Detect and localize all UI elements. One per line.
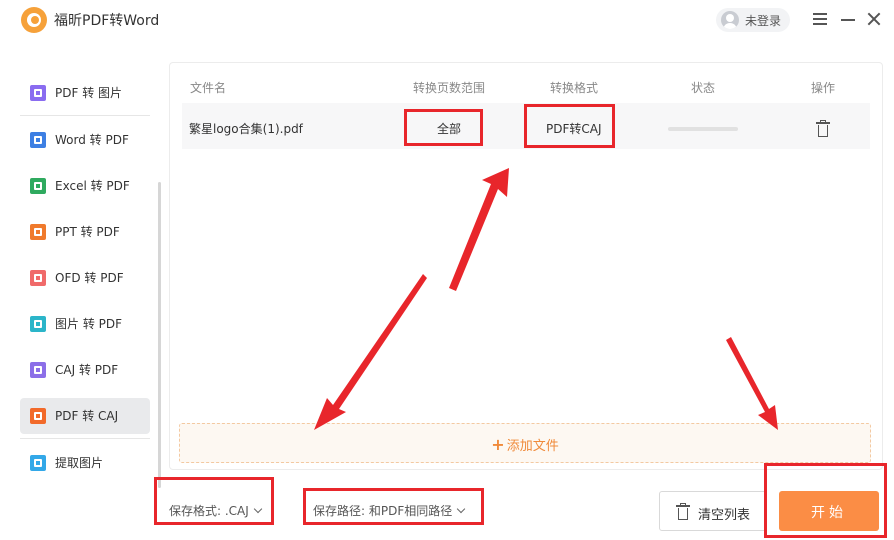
annotation-arrow-up [449, 168, 509, 291]
annotation-arrow-down-left [314, 274, 427, 430]
app-window: 福昕PDF转Word 未登录 PDF 转 图片 Word 转 PDF Excel… [0, 0, 894, 540]
annotation-arrows [314, 168, 778, 430]
annotation-arrow-down-right [726, 337, 778, 430]
